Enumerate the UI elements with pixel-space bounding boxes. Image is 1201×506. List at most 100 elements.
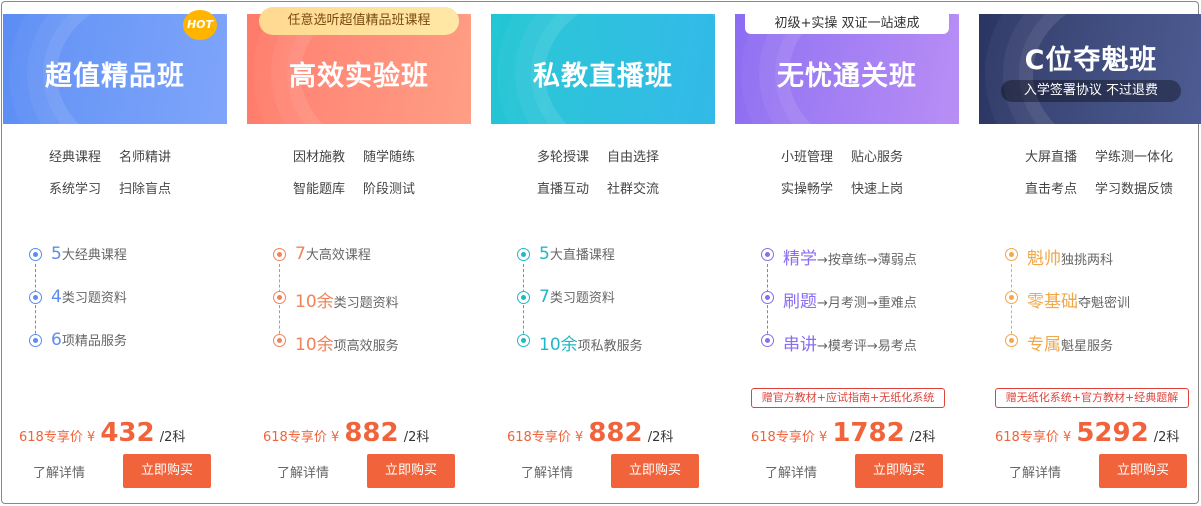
price-row: 618专享价 ¥ 432 /2科 bbox=[19, 418, 185, 452]
detail-link[interactable]: 了解详情 bbox=[765, 462, 817, 481]
price-value: 5292 bbox=[1076, 418, 1149, 448]
card-header: 无忧通关班 初级+实操 双证一站速成 bbox=[735, 14, 959, 124]
step-text: 类习题资料 bbox=[61, 291, 127, 306]
header-banner: 任意选听超值精品班课程 bbox=[259, 7, 459, 35]
buy-button[interactable]: 立即购买 bbox=[855, 454, 943, 488]
price-row: 618专享价 ¥ 882 /2科 bbox=[507, 418, 673, 452]
step-item: 串讲 →模考评→易考点 bbox=[761, 330, 917, 355]
step-highlight: 零基础 bbox=[1027, 292, 1078, 312]
course-panel: 超值精品班 HOT 经典课程 名师精讲 系统学习 扫除盲点 5 大经典课程 4 … bbox=[1, 1, 1201, 504]
price-value: 882 bbox=[588, 418, 643, 448]
feature-item: 扫除盲点 bbox=[119, 182, 172, 197]
step-dot-icon bbox=[29, 334, 42, 347]
detail-link[interactable]: 了解详情 bbox=[1009, 462, 1061, 481]
step-item: 精学 →按章练→薄弱点 bbox=[761, 244, 917, 269]
feature-item: 直播互动 bbox=[537, 182, 590, 197]
step-highlight: 6 bbox=[51, 330, 62, 350]
feature-item: 系统学习 bbox=[49, 182, 102, 197]
step-item: 5 大经典课程 bbox=[29, 244, 127, 268]
step-dot-icon bbox=[29, 248, 42, 261]
feature-item: 名师精讲 bbox=[119, 150, 172, 165]
step-text: 大经典课程 bbox=[61, 248, 127, 263]
feature-item: 小班管理 bbox=[781, 150, 834, 165]
step-dot-icon bbox=[761, 334, 774, 347]
price-label: 618专享价 ¥ bbox=[507, 430, 584, 445]
feature-item: 多轮授课 bbox=[537, 150, 590, 165]
step-highlight: 精学 bbox=[783, 249, 817, 269]
feature-item: 阶段测试 bbox=[363, 182, 416, 197]
price-label: 618专享价 ¥ bbox=[263, 430, 340, 445]
header-top-tag: 初级+实操 双证一站速成 bbox=[745, 14, 949, 34]
step-highlight: 专属 bbox=[1027, 335, 1061, 355]
price-row: 618专享价 ¥ 5292 /2科 bbox=[995, 418, 1179, 452]
card-efficient-lab-class: 高效实验班 任意选听超值精品班课程 因材施教 随学随练 智能题库 阶段测试 7 … bbox=[247, 7, 471, 494]
step-highlight: 刷题 bbox=[783, 292, 817, 312]
card-c-position-champion-class: C位夺魁班 入学签署协议 不过退费 大屏直播 学练测一体化 直击考点 学习数据反… bbox=[979, 14, 1201, 494]
step-dot-icon bbox=[517, 334, 530, 347]
step-item: 4 类习题资料 bbox=[29, 287, 127, 311]
step-text: 大高效课程 bbox=[305, 248, 371, 263]
step-text: 大直播课程 bbox=[549, 248, 615, 263]
step-text: 项高效服务 bbox=[333, 339, 399, 354]
feature-item: 贴心服务 bbox=[851, 150, 904, 165]
price-label: 618专享价 ¥ bbox=[19, 430, 96, 445]
detail-link[interactable]: 了解详情 bbox=[33, 462, 85, 481]
detail-link[interactable]: 了解详情 bbox=[277, 462, 329, 481]
step-highlight: 7 bbox=[539, 287, 550, 307]
step-item: 10余 项高效服务 bbox=[273, 330, 399, 355]
step-dot-icon bbox=[517, 291, 530, 304]
price-value: 432 bbox=[100, 418, 155, 448]
step-text: 项私教服务 bbox=[577, 339, 643, 354]
step-dot-icon bbox=[29, 291, 42, 304]
step-text: →模考评→易考点 bbox=[817, 339, 917, 354]
feature-item: 经典课程 bbox=[49, 150, 102, 165]
feature-item: 学习数据反馈 bbox=[1095, 182, 1174, 197]
card-title: 私教直播班 bbox=[533, 61, 673, 92]
price-row: 618专享价 ¥ 882 /2科 bbox=[263, 418, 429, 452]
step-highlight: 串讲 bbox=[783, 335, 817, 355]
step-highlight: 4 bbox=[51, 287, 62, 307]
feature-item: 直击考点 bbox=[1025, 182, 1078, 197]
buy-button[interactable]: 立即购买 bbox=[1099, 454, 1187, 488]
feature-item: 社群交流 bbox=[607, 182, 660, 197]
step-item: 7 大高效课程 bbox=[273, 244, 371, 268]
card-title: 超值精品班 bbox=[45, 61, 185, 92]
feature-item: 大屏直播 bbox=[1025, 150, 1078, 165]
card-super-value-class: 超值精品班 HOT 经典课程 名师精讲 系统学习 扫除盲点 5 大经典课程 4 … bbox=[3, 10, 227, 494]
buy-button[interactable]: 立即购买 bbox=[367, 454, 455, 488]
detail-link[interactable]: 了解详情 bbox=[521, 462, 573, 481]
buy-button[interactable]: 立即购买 bbox=[123, 454, 211, 488]
card-header: 私教直播班 bbox=[491, 14, 715, 124]
step-text: →按章练→薄弱点 bbox=[817, 253, 917, 268]
step-item: 专属 魁星服务 bbox=[1005, 330, 1113, 355]
step-item: 6 项精品服务 bbox=[29, 330, 127, 354]
step-text: 类习题资料 bbox=[333, 296, 399, 311]
step-item: 7 类习题资料 bbox=[517, 287, 615, 311]
step-item: 零基础 夺魁密训 bbox=[1005, 287, 1130, 312]
card-title: C位夺魁班 bbox=[1024, 45, 1158, 76]
feature-item: 学练测一体化 bbox=[1095, 150, 1174, 165]
step-item: 刷题 →月考测→重难点 bbox=[761, 287, 917, 312]
step-dot-icon bbox=[761, 248, 774, 261]
price-unit: /2科 bbox=[159, 430, 186, 445]
step-text: 独挑两科 bbox=[1061, 253, 1114, 268]
buy-button[interactable]: 立即购买 bbox=[611, 454, 699, 488]
card-title: 无忧通关班 bbox=[777, 61, 917, 92]
step-highlight: 5 bbox=[51, 244, 62, 264]
step-item: 魁帅 独挑两科 bbox=[1005, 244, 1114, 269]
step-dot-icon bbox=[273, 248, 286, 261]
card-worry-free-pass-class: 无忧通关班 初级+实操 双证一站速成 小班管理 贴心服务 实操畅学 快速上岗 精… bbox=[735, 14, 959, 494]
gift-badge: 赠官方教材+应试指南+无纸化系统 bbox=[751, 388, 945, 408]
step-text: 项精品服务 bbox=[61, 334, 127, 349]
step-highlight: 10余 bbox=[295, 335, 334, 355]
feature-item: 智能题库 bbox=[293, 182, 346, 197]
step-highlight: 5 bbox=[539, 244, 550, 264]
step-dot-icon bbox=[517, 248, 530, 261]
step-highlight: 魁帅 bbox=[1027, 249, 1061, 269]
card-title: 高效实验班 bbox=[289, 61, 429, 92]
step-text: 类习题资料 bbox=[549, 291, 615, 306]
refund-guarantee-pill: 入学签署协议 不过退费 bbox=[1001, 80, 1181, 102]
step-text: →月考测→重难点 bbox=[817, 296, 917, 311]
step-dot-icon bbox=[273, 291, 286, 304]
card-header: C位夺魁班 入学签署协议 不过退费 bbox=[979, 14, 1201, 124]
